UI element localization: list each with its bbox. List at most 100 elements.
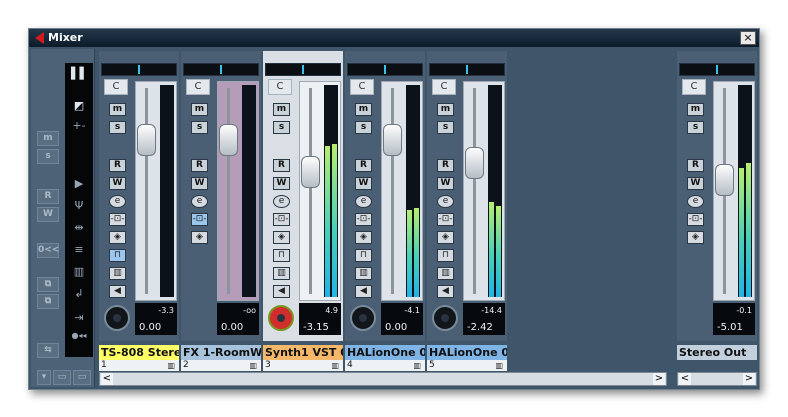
eq-icon[interactable]: ◈: [273, 231, 290, 244]
insert-icon[interactable]: -⊡-: [437, 213, 454, 226]
zoom-icon[interactable]: +-: [71, 119, 87, 133]
mute-all-button[interactable]: m: [37, 131, 59, 146]
volume-value[interactable]: 0.00: [139, 322, 161, 333]
send-icon[interactable]: ⊓: [273, 249, 290, 262]
pan-value[interactable]: C: [104, 79, 128, 95]
write-button[interactable]: W: [273, 177, 290, 190]
channel-fader[interactable]: [217, 81, 259, 301]
mute-button[interactable]: m: [273, 103, 290, 116]
output-icon[interactable]: ⇥: [71, 311, 87, 325]
layout-icon[interactable]: ▭: [53, 370, 71, 385]
solo-button[interactable]: s: [109, 121, 126, 134]
expand-icon[interactable]: ⇹: [71, 221, 87, 235]
master-edit-button[interactable]: e: [687, 195, 704, 208]
monitor-icon[interactable]: ◀: [109, 285, 126, 298]
master-fader[interactable]: [713, 81, 755, 301]
channel-fader[interactable]: [463, 81, 505, 301]
channel-name[interactable]: HALionOne 02: [345, 345, 425, 360]
insert-icon[interactable]: -⊡-: [109, 213, 126, 226]
master-volume-value[interactable]: -5.01: [717, 322, 743, 333]
master-eq-icon[interactable]: ◈: [687, 231, 704, 244]
solo-button[interactable]: s: [355, 121, 372, 134]
master-pan-value[interactable]: C: [682, 79, 706, 95]
solo-button[interactable]: s: [437, 121, 454, 134]
read-all-button[interactable]: R: [37, 189, 59, 204]
mute-button[interactable]: m: [355, 103, 372, 116]
read-button[interactable]: R: [109, 159, 126, 172]
paste-icon[interactable]: ⧉: [37, 294, 59, 309]
monitor-icon[interactable]: ◀: [355, 285, 372, 298]
write-button[interactable]: W: [191, 177, 208, 190]
master-write-button[interactable]: W: [687, 177, 704, 190]
pan-display[interactable]: [347, 63, 423, 76]
write-all-button[interactable]: W: [37, 207, 59, 222]
fader-knob[interactable]: [137, 124, 156, 156]
write-button[interactable]: W: [109, 177, 126, 190]
send-icon[interactable]: ⊓: [437, 249, 454, 262]
channel-scrollbar[interactable]: < >: [99, 372, 667, 386]
read-button[interactable]: R: [437, 159, 454, 172]
record-button[interactable]: [350, 305, 376, 331]
solo-button[interactable]: s: [273, 121, 290, 134]
channel-fader[interactable]: [381, 81, 423, 301]
fader-knob[interactable]: [301, 156, 320, 188]
master-scroll-right-button[interactable]: >: [743, 373, 755, 385]
channels-icon[interactable]: ●◂◂: [71, 329, 87, 343]
scroll-right-button[interactable]: >: [653, 373, 665, 385]
pan-value[interactable]: C: [350, 79, 374, 95]
pan-display[interactable]: [183, 63, 259, 76]
solo-all-button[interactable]: s: [37, 149, 59, 164]
write-button[interactable]: W: [437, 177, 454, 190]
channel-name[interactable]: TS-808 Stereo: [99, 345, 179, 360]
channel-view-icon[interactable]: ▌▌: [71, 67, 88, 81]
scroll-left-button[interactable]: <: [101, 373, 113, 385]
send-icon[interactable]: ⊓: [109, 249, 126, 262]
eq-icon[interactable]: ◈: [355, 231, 372, 244]
play-icon[interactable]: ▶: [71, 177, 87, 191]
edit-button[interactable]: e: [109, 195, 126, 208]
mute-button[interactable]: m: [109, 103, 126, 116]
fader-knob[interactable]: [219, 124, 238, 156]
fader-knob[interactable]: [383, 124, 402, 156]
volume-value[interactable]: 0.00: [221, 322, 243, 333]
master-insert-icon[interactable]: -⊡-: [687, 213, 704, 226]
channel-fader[interactable]: [299, 81, 341, 301]
mute-button[interactable]: m: [437, 103, 454, 116]
volume-value[interactable]: -2.42: [467, 322, 493, 333]
monitor-icon[interactable]: ◀: [437, 285, 454, 298]
insert-icon[interactable]: -⊡-: [355, 213, 372, 226]
insert-icon[interactable]: -⊡-: [273, 213, 290, 226]
pan-display[interactable]: [265, 63, 341, 76]
pan-value[interactable]: C: [186, 79, 210, 95]
record-button[interactable]: [104, 305, 130, 331]
channel-fader[interactable]: [135, 81, 177, 301]
record-button[interactable]: [268, 305, 294, 331]
read-button[interactable]: R: [273, 159, 290, 172]
eq-icon[interactable]: ◈: [191, 231, 208, 244]
return-icon[interactable]: ↲: [71, 287, 87, 301]
write-button[interactable]: W: [355, 177, 372, 190]
input-icon[interactable]: Ψ: [71, 199, 87, 213]
master-solo-button[interactable]: s: [687, 121, 704, 134]
routing-panel-icon[interactable]: ⇆: [37, 343, 59, 358]
channel-name[interactable]: HALionOne 03: [427, 345, 507, 360]
fader-knob[interactable]: [465, 147, 484, 179]
keyboard-icon[interactable]: ▥: [355, 267, 372, 280]
record-button[interactable]: [432, 305, 458, 331]
master-scrollbar[interactable]: < >: [677, 372, 757, 386]
master-read-button[interactable]: R: [687, 159, 704, 172]
master-fader-knob[interactable]: [715, 164, 734, 196]
pan-value[interactable]: C: [268, 79, 292, 95]
close-button[interactable]: ×: [740, 31, 756, 45]
split-view-icon[interactable]: ◩: [71, 99, 87, 113]
master-pan-display[interactable]: [679, 63, 755, 76]
title-bar[interactable]: Mixer ×: [29, 29, 759, 47]
pan-display[interactable]: [429, 63, 505, 76]
insert-icon[interactable]: -⊡-: [191, 213, 208, 226]
collapse-down-icon[interactable]: ▾: [37, 370, 51, 385]
read-button[interactable]: R: [355, 159, 372, 172]
reset-button[interactable]: 0<<: [37, 243, 59, 258]
filter-icon[interactable]: ≡: [71, 243, 87, 257]
keyboard-icon[interactable]: ▥: [437, 267, 454, 280]
settings-icon[interactable]: ▭: [73, 370, 91, 385]
